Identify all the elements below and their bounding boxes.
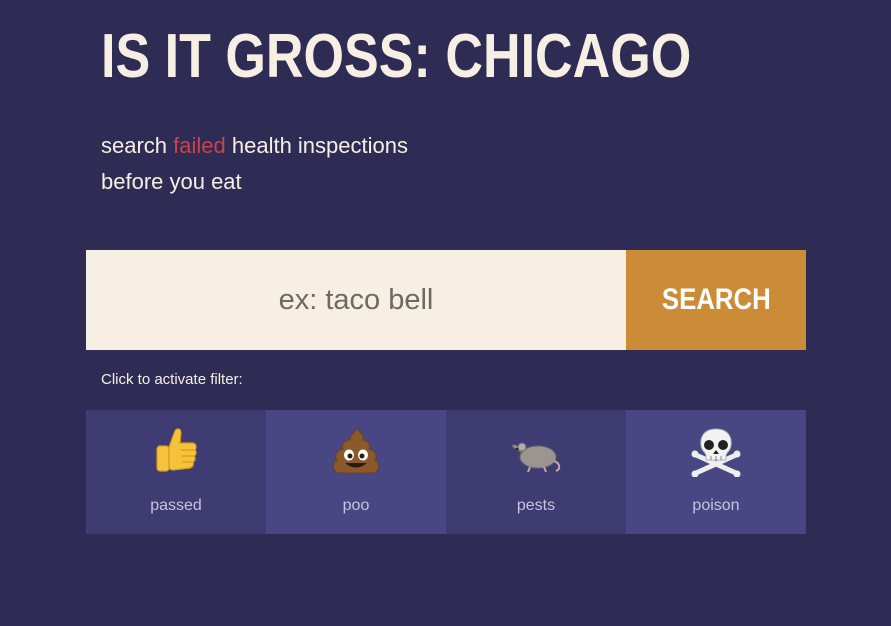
filter-poo[interactable]: poo bbox=[266, 410, 446, 534]
tagline-line-two: before you eat bbox=[101, 169, 242, 194]
filter-passed[interactable]: passed bbox=[86, 410, 266, 534]
filter-label: pests bbox=[516, 497, 556, 514]
filter-group: passed poo pests poison bbox=[86, 410, 806, 534]
tagline-text-start: search bbox=[101, 133, 174, 158]
tagline-failed-highlight: failed bbox=[173, 133, 226, 158]
filter-label: poison bbox=[692, 497, 740, 514]
search-bar: SEARCH bbox=[86, 250, 806, 350]
page-title: IS IT GROSS: CHICAGO bbox=[101, 22, 692, 91]
tagline: search failed health inspections before … bbox=[101, 128, 408, 200]
poo-icon bbox=[326, 425, 386, 477]
search-input[interactable] bbox=[86, 250, 626, 350]
filter-caption: Click to activate filter: bbox=[101, 371, 243, 388]
filter-label: poo bbox=[342, 497, 370, 514]
thumbs-up-icon bbox=[146, 425, 206, 477]
rat-icon bbox=[506, 425, 566, 477]
filter-pests[interactable]: pests bbox=[446, 410, 626, 534]
filter-poison[interactable]: poison bbox=[626, 410, 806, 534]
search-button[interactable]: SEARCH bbox=[626, 250, 806, 350]
search-button-label: SEARCH bbox=[661, 283, 771, 316]
skull-crossbones-icon bbox=[686, 425, 746, 477]
filter-label: passed bbox=[150, 497, 202, 514]
tagline-text-end: health inspections bbox=[225, 133, 408, 158]
